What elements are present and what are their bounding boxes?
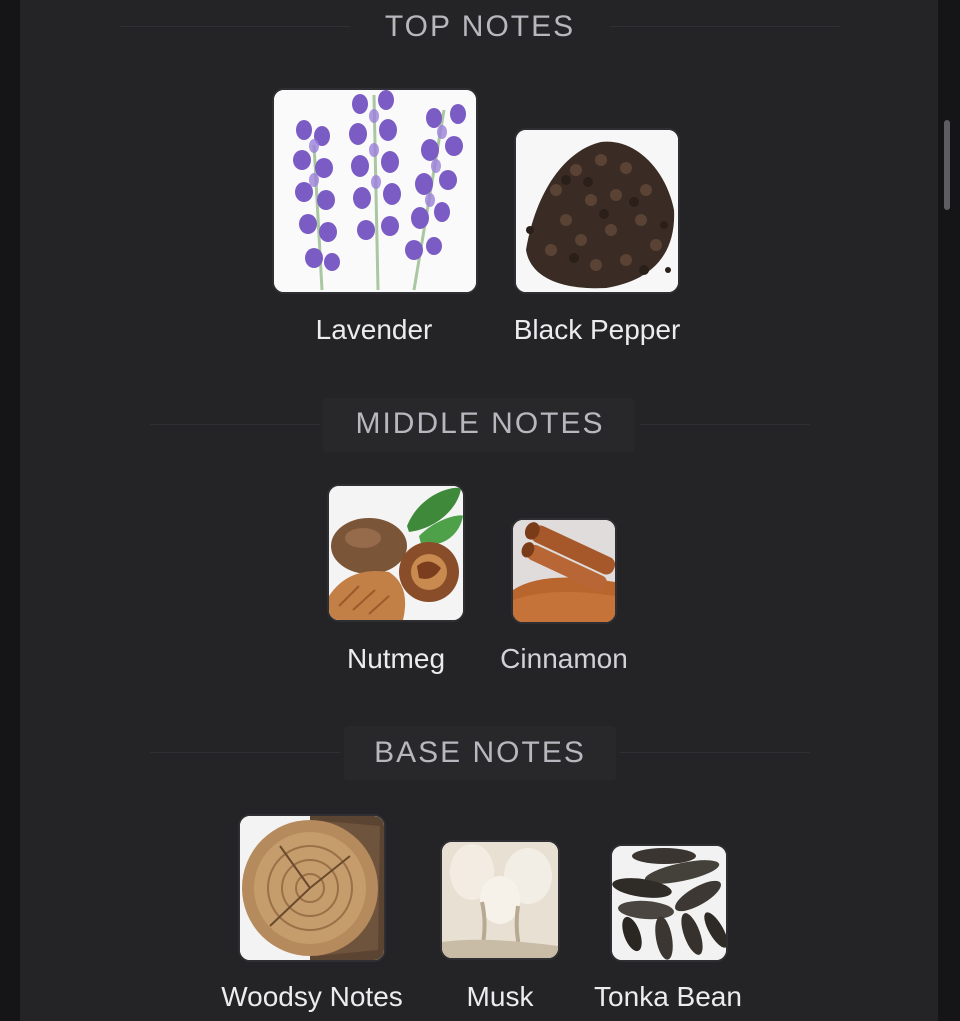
note-label: Nutmeg (346, 643, 446, 674)
note-label: Black Pepper (513, 314, 681, 345)
lavender-icon (272, 88, 478, 294)
section-title-base-notes: BASE NOTES (374, 736, 586, 769)
note-label: Cinnamon (500, 643, 628, 674)
nutmeg-icon (327, 484, 465, 622)
wood-log-icon (238, 814, 386, 962)
musk-icon (440, 840, 560, 960)
note-label: Lavender (315, 314, 433, 345)
note-label: Woodsy Notes (221, 981, 403, 1012)
tonka-bean-icon (610, 844, 728, 962)
note-label: Musk (466, 981, 534, 1012)
note-label: Tonka Bean (594, 981, 742, 1012)
cinnamon-icon (511, 518, 617, 624)
section-title-middle-notes: MIDDLE NOTES (355, 407, 605, 440)
black-pepper-icon (514, 128, 680, 294)
section-title-top-notes: TOP NOTES (384, 10, 576, 43)
scrollbar[interactable] (944, 120, 950, 210)
